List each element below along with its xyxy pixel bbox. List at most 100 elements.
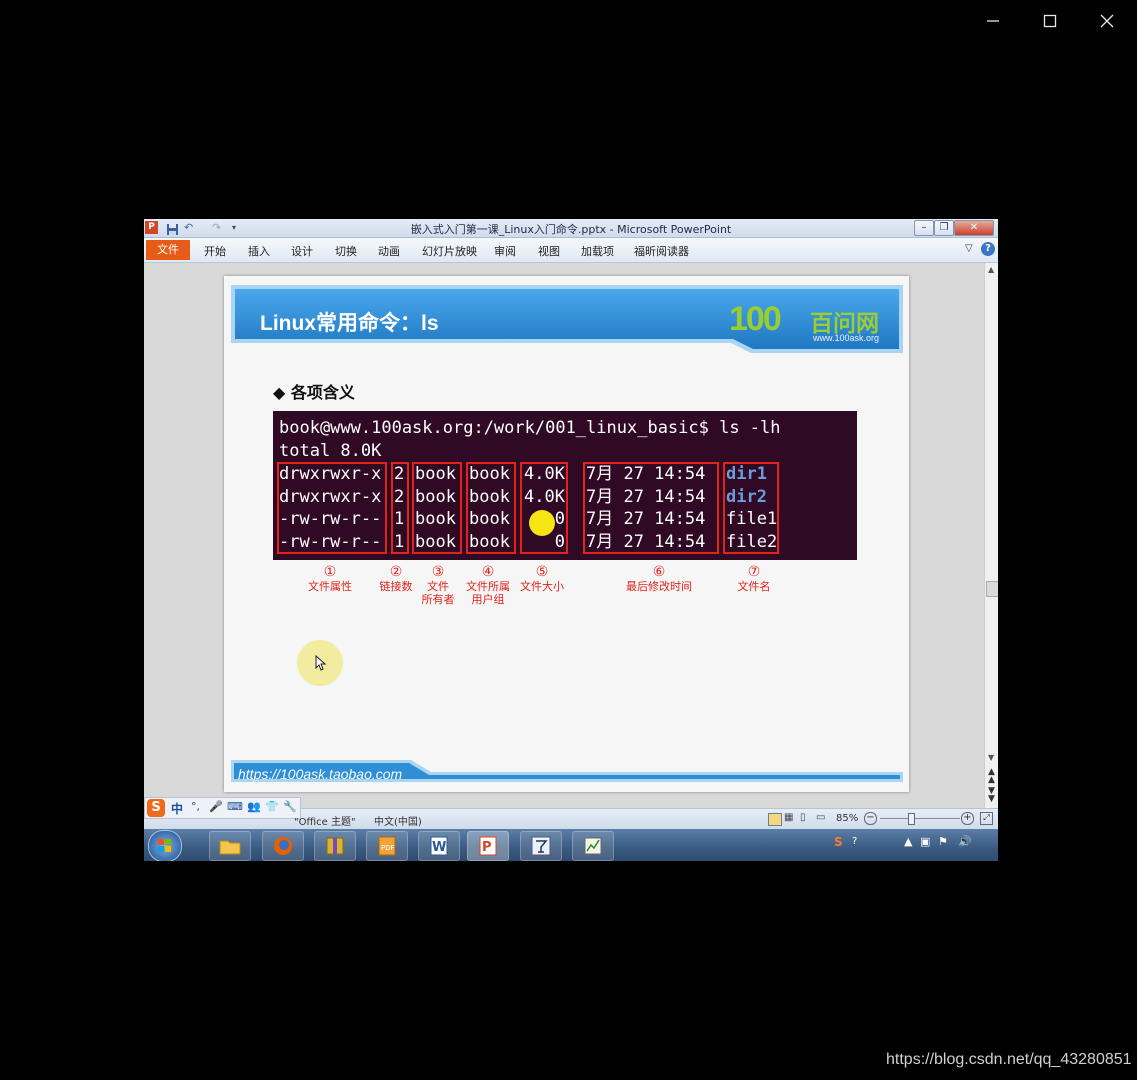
ppt-titlebar: P ↶ ↷ ▾ 嵌入式入门第一课_Linux入门命令.pptx - Micros… bbox=[144, 219, 998, 238]
box-mtime bbox=[583, 462, 719, 554]
tray-volume-icon[interactable]: 🔊 bbox=[958, 835, 972, 848]
word-icon: W bbox=[430, 836, 448, 856]
tab-slideshow[interactable]: 幻灯片放映 bbox=[422, 243, 477, 259]
previous-slide-icon[interactable]: ▲ ▲ bbox=[988, 768, 995, 785]
language-indicator[interactable]: 中文(中国) bbox=[374, 813, 422, 828]
taskbar-word[interactable]: W bbox=[418, 831, 460, 861]
tab-foxit-reader[interactable]: 福昕阅读器 bbox=[634, 243, 689, 259]
close-button[interactable] bbox=[1092, 8, 1122, 34]
tray-display-icon[interactable]: ▣ bbox=[920, 835, 930, 848]
slide-title: Linux常用命令：ls bbox=[260, 312, 439, 335]
section-heading: ◆ 各项含义 bbox=[273, 383, 355, 402]
windows-logo-icon bbox=[158, 839, 171, 852]
ppt-minimize-button[interactable]: – bbox=[914, 220, 934, 236]
box-filename bbox=[723, 462, 779, 554]
minimize-button[interactable] bbox=[978, 8, 1008, 34]
theme-name[interactable]: "Office 主题" bbox=[294, 813, 356, 828]
ppt-restore-button[interactable]: ❐ bbox=[934, 220, 954, 236]
skin-icon[interactable]: 👕 bbox=[265, 800, 279, 813]
tab-addins[interactable]: 加载项 bbox=[581, 243, 614, 259]
window-title: 嵌入式入门第一课_Linux入门命令.pptx - Microsoft Powe… bbox=[410, 223, 732, 236]
start-button[interactable] bbox=[148, 830, 182, 861]
svg-text:W: W bbox=[432, 840, 446, 855]
ime-mode-label[interactable]: 中 bbox=[171, 800, 183, 817]
annotation-mtime: ⑥ 最后修改时间 bbox=[626, 564, 692, 593]
chart-app-icon bbox=[584, 837, 602, 855]
tab-file[interactable]: 文件 bbox=[146, 240, 190, 260]
slide-canvas[interactable]: Linux常用命令：ls 100 百问网 www.100ask.org ◆ 各项… bbox=[224, 276, 909, 792]
powerpoint-icon: P bbox=[479, 836, 497, 856]
status-bar: S 中 °, 🎤 ⌨ 👥 👕 🔧 "Office 主题" 中文(中国) ▦ ▯ … bbox=[144, 797, 998, 829]
tab-view[interactable]: 视图 bbox=[538, 243, 560, 259]
user-icon[interactable]: 👥 bbox=[247, 800, 261, 813]
scroll-down-arrow-icon[interactable]: ▼ bbox=[988, 753, 994, 762]
scroll-up-arrow-icon[interactable]: ▲ bbox=[988, 265, 994, 274]
tray-sogou-icon[interactable]: S bbox=[834, 835, 843, 849]
box-owner bbox=[412, 462, 462, 554]
normal-view-icon[interactable] bbox=[768, 813, 782, 826]
tools-icon[interactable]: 🔧 bbox=[283, 800, 297, 813]
ppt-close-button[interactable]: ✕ bbox=[954, 220, 994, 236]
logo-100: 100 bbox=[729, 300, 782, 338]
microphone-icon[interactable]: 🎤 bbox=[209, 800, 223, 813]
folder-icon bbox=[219, 840, 241, 855]
windows-taskbar: PDF W P S ? ▲ ▣ ⚑ 🔊 bbox=[144, 829, 998, 861]
taskbar-pdf[interactable]: PDF bbox=[366, 831, 408, 861]
taskbar-firefox[interactable] bbox=[262, 831, 304, 861]
box-size bbox=[520, 462, 568, 554]
ime-toolbar[interactable]: S 中 °, 🎤 ⌨ 👥 👕 🔧 bbox=[144, 797, 301, 819]
tab-review[interactable]: 审阅 bbox=[494, 243, 516, 259]
tab-home[interactable]: 开始 bbox=[204, 243, 226, 259]
tab-design[interactable]: 设计 bbox=[291, 243, 313, 259]
annotation-size: ⑤ 文件大小 bbox=[520, 564, 564, 593]
tray-security-icon[interactable]: ⚑ bbox=[938, 835, 948, 848]
svg-text:P: P bbox=[482, 840, 492, 855]
maximize-button[interactable] bbox=[1035, 8, 1065, 34]
maximize-icon bbox=[1043, 14, 1057, 28]
ribbon-tabs: 文件 开始 插入 设计 切换 动画 幻灯片放映 审阅 视图 加载项 福昕阅读器 … bbox=[144, 238, 998, 263]
tab-insert[interactable]: 插入 bbox=[248, 243, 270, 259]
system-tray: S ? ▲ ▣ ⚑ 🔊 bbox=[834, 835, 984, 855]
zoom-slider[interactable] bbox=[880, 818, 960, 819]
svg-text:PDF: PDF bbox=[381, 844, 395, 852]
tray-help-icon[interactable]: ? bbox=[852, 836, 857, 847]
footer-url: https://100ask.taobao.com bbox=[238, 766, 403, 782]
tab-transitions[interactable]: 切换 bbox=[335, 243, 357, 259]
ribbon-collapse-icon[interactable]: ▽ bbox=[965, 243, 973, 254]
cocktail-icon bbox=[531, 836, 551, 856]
slide-sorter-view-icon[interactable]: ▦ bbox=[784, 812, 793, 823]
taskbar-archive[interactable] bbox=[314, 831, 356, 861]
box-permissions bbox=[277, 462, 387, 554]
taskbar-app-y[interactable] bbox=[520, 831, 562, 861]
sogou-icon[interactable]: S bbox=[147, 799, 165, 817]
minimize-icon bbox=[987, 20, 999, 22]
reading-view-icon[interactable]: ▯ bbox=[800, 812, 806, 823]
annotation-permissions: ① 文件属性 bbox=[308, 564, 352, 593]
archive-icon bbox=[326, 837, 344, 855]
zoom-in-icon[interactable]: + bbox=[961, 812, 974, 825]
ime-punctuation-icon[interactable]: °, bbox=[191, 800, 200, 813]
taskbar-powerpoint[interactable]: P bbox=[467, 831, 509, 861]
pdf-icon: PDF bbox=[378, 836, 396, 856]
tray-network-icon[interactable]: ▲ bbox=[904, 835, 912, 848]
zoom-level[interactable]: 85% bbox=[836, 813, 858, 824]
zoom-slider-thumb[interactable] bbox=[908, 813, 915, 825]
taskbar-explorer[interactable] bbox=[209, 831, 251, 861]
next-slide-icon[interactable]: ▼ ▼ bbox=[988, 787, 995, 804]
slideshow-view-icon[interactable]: ▭ bbox=[816, 812, 825, 823]
scroll-thumb[interactable] bbox=[986, 581, 998, 597]
annotation-owner: ③ 文件 所有者 bbox=[421, 564, 455, 606]
terminal-screenshot: book@www.100ask.org:/work/001_linux_basi… bbox=[273, 411, 857, 560]
fit-to-window-icon[interactable]: ⤢ bbox=[980, 812, 993, 825]
taskbar-chart-app[interactable] bbox=[572, 831, 614, 861]
vertical-scrollbar[interactable]: ▲ ▼ ▲ ▲ ▼ ▼ bbox=[984, 263, 998, 808]
help-icon[interactable]: ? bbox=[981, 242, 995, 256]
annotation-filename: ⑦ 文件名 bbox=[737, 564, 771, 593]
annotation-group: ④ 文件所属 用户组 bbox=[466, 564, 510, 606]
tab-animations[interactable]: 动画 bbox=[378, 243, 400, 259]
close-icon bbox=[1100, 14, 1114, 28]
keyboard-icon[interactable]: ⌨ bbox=[227, 800, 243, 813]
zoom-out-icon[interactable]: − bbox=[864, 812, 877, 825]
annotation-links: ② 链接数 bbox=[379, 564, 413, 593]
firefox-icon bbox=[274, 837, 292, 855]
